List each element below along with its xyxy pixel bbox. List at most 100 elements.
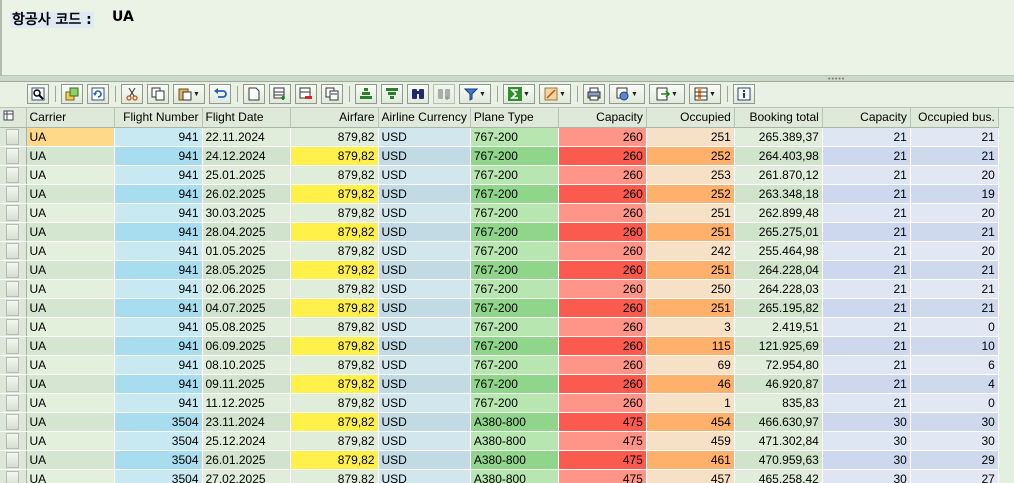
cell-occupied[interactable]: 251 [646,127,735,147]
cell-occupied[interactable]: 242 [646,241,735,261]
select-all-icon[interactable] [61,84,83,104]
cell-booking-total[interactable]: 261.870,12 [734,165,823,185]
cell-flight-date[interactable]: 30.03.2025 [202,203,291,223]
cell-plane-type[interactable]: 767-200 [470,317,559,337]
cell-capacity[interactable]: 260 [558,127,647,147]
table-row[interactable]: UA 941 05.08.2025 879,82 USD 767-200 260 3 2.419… [0,317,999,337]
cell-booking-total[interactable]: 262.899,48 [734,203,823,223]
row-selector-button[interactable] [6,261,20,278]
table-row[interactable]: UA 941 04.07.2025 879,82 USD 767-200 260 251 265… [0,298,999,318]
cell-booking-total[interactable]: 72.954,80 [734,355,823,375]
col-flight-number[interactable]: Flight Number [114,108,203,128]
select-all-cell[interactable] [0,108,27,128]
cell-airfare[interactable]: 879,82 [290,146,379,166]
undo-icon[interactable] [209,84,231,104]
cell-flight-date[interactable]: 24.12.2024 [202,146,291,166]
cell-airline-currency[interactable]: USD [378,317,471,337]
row-selector[interactable] [0,469,27,483]
cell-flight-date[interactable]: 26.02.2025 [202,184,291,204]
cell-carrier[interactable]: UA [26,298,115,318]
table-row[interactable]: UA 941 28.04.2025 879,82 USD 767-200 260 251 265… [0,222,999,242]
row-selector[interactable] [0,203,27,223]
col-capacity-business[interactable]: Capacity [822,108,911,128]
sort-ascending-icon[interactable] [355,84,377,104]
cell-occupied-business[interactable]: 21 [910,279,999,299]
cell-airfare[interactable]: 879,82 [290,374,379,394]
cell-airfare[interactable]: 879,82 [290,203,379,223]
row-selector-button[interactable] [6,204,20,221]
row-selector[interactable] [0,355,27,375]
table-row[interactable]: UA 3504 27.02.2025 879,82 USD A380-800 475 457 4… [0,469,999,483]
cell-occupied[interactable]: 252 [646,146,735,166]
cell-capacity-business[interactable]: 21 [822,260,911,280]
cell-occupied-business[interactable]: 21 [910,127,999,147]
cell-airfare[interactable]: 879,82 [290,298,379,318]
print-icon[interactable] [583,84,605,104]
cell-booking-total[interactable]: 263.348,18 [734,184,823,204]
cell-occupied[interactable]: 252 [646,184,735,204]
cell-flight-number[interactable]: 3504 [114,412,203,432]
cell-booking-total[interactable]: 255.464,98 [734,241,823,261]
cell-flight-date[interactable]: 06.09.2025 [202,336,291,356]
cell-airline-currency[interactable]: USD [378,412,471,432]
cell-capacity-business[interactable]: 30 [822,469,911,483]
col-carrier[interactable]: Carrier [26,108,115,128]
col-airline-currency[interactable]: Airline Currency [378,108,471,128]
cell-carrier[interactable]: UA [26,279,115,299]
cell-carrier[interactable]: UA [26,203,115,223]
cell-booking-total[interactable]: 264.228,04 [734,260,823,280]
cell-carrier[interactable]: UA [26,431,115,451]
row-selector-button[interactable] [6,318,20,335]
row-selector[interactable] [0,279,27,299]
cell-capacity-business[interactable]: 30 [822,412,911,432]
cell-flight-number[interactable]: 3504 [114,469,203,483]
row-selector[interactable] [0,298,27,318]
cell-carrier[interactable]: UA [26,355,115,375]
cell-capacity-business[interactable]: 21 [822,298,911,318]
cell-plane-type[interactable]: 767-200 [470,279,559,299]
row-selector[interactable] [0,393,27,413]
row-selector[interactable] [0,241,27,261]
row-selector[interactable] [0,317,27,337]
cell-occupied[interactable]: 251 [646,203,735,223]
cell-carrier[interactable]: UA [26,127,115,147]
delete-row-icon[interactable] [295,84,317,104]
row-selector-button[interactable] [6,185,20,202]
cell-capacity[interactable]: 260 [558,241,647,261]
cell-flight-number[interactable]: 941 [114,279,203,299]
cell-occupied-business[interactable]: 27 [910,469,999,483]
cell-booking-total[interactable]: 264.403,98 [734,146,823,166]
cell-plane-type[interactable]: A380-800 [470,450,559,470]
cell-airfare[interactable]: 879,82 [290,127,379,147]
cell-flight-number[interactable]: 941 [114,203,203,223]
cell-booking-total[interactable]: 264.228,03 [734,279,823,299]
cell-airline-currency[interactable]: USD [378,450,471,470]
cell-flight-number[interactable]: 941 [114,393,203,413]
append-row-icon[interactable] [269,84,291,104]
cell-capacity[interactable]: 260 [558,222,647,242]
row-selector-button[interactable] [6,375,20,392]
table-row[interactable]: UA 941 02.06.2025 879,82 USD 767-200 260 250 264… [0,279,999,299]
row-selector-button[interactable] [6,413,20,430]
cell-airline-currency[interactable]: USD [378,165,471,185]
cell-capacity-business[interactable]: 21 [822,336,911,356]
cell-airfare[interactable]: 879,82 [290,317,379,337]
cell-airfare[interactable]: 879,82 [290,431,379,451]
cell-capacity-business[interactable]: 30 [822,450,911,470]
cell-capacity-business[interactable]: 21 [822,222,911,242]
row-selector[interactable] [0,374,27,394]
subtotal-icon[interactable]: ▼ [539,84,571,104]
cell-occupied-business[interactable]: 21 [910,260,999,280]
cell-flight-number[interactable]: 941 [114,260,203,280]
layout-icon[interactable]: ▼ [689,84,721,104]
cell-occupied-business[interactable]: 29 [910,450,999,470]
cell-capacity-business[interactable]: 21 [822,146,911,166]
info-icon[interactable] [733,84,755,104]
cell-capacity-business[interactable]: 21 [822,127,911,147]
cell-flight-number[interactable]: 941 [114,165,203,185]
cell-capacity[interactable]: 260 [558,298,647,318]
cell-carrier[interactable]: UA [26,222,115,242]
cell-booking-total[interactable]: 835,83 [734,393,823,413]
cell-airline-currency[interactable]: USD [378,431,471,451]
cell-airfare[interactable]: 879,82 [290,469,379,483]
